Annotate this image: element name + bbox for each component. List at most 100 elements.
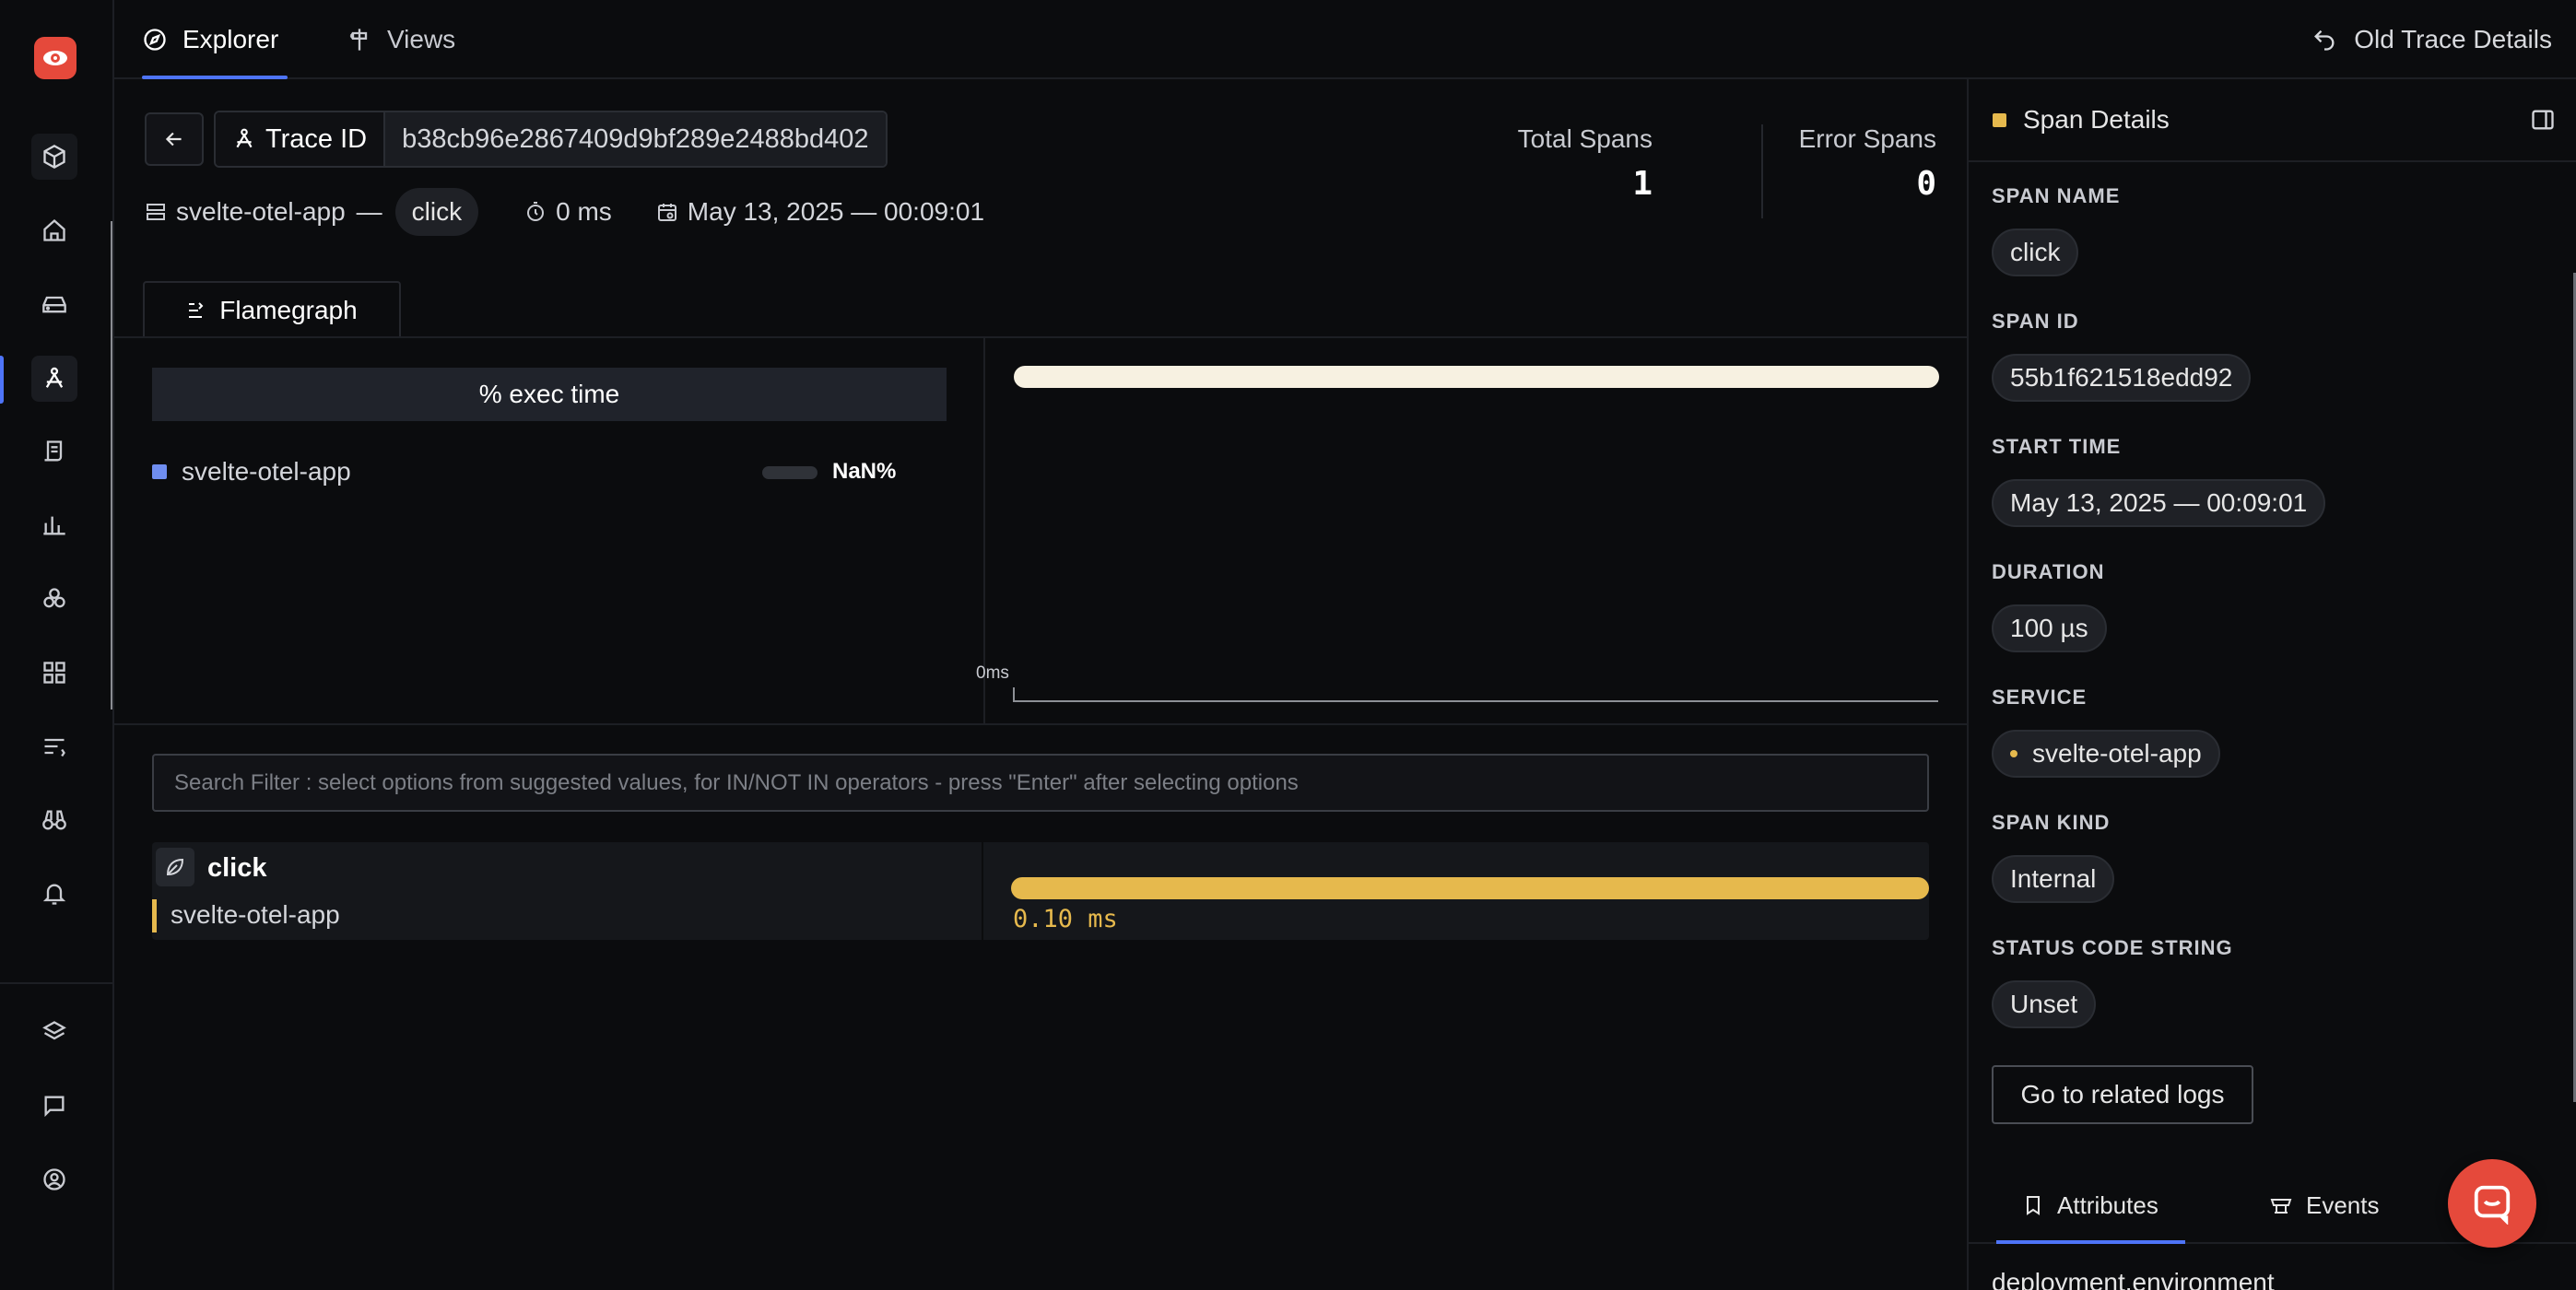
events-icon <box>2269 1194 2293 1216</box>
field-value-span-id: 55b1f621518edd92 <box>1992 354 2252 402</box>
field-value-span-kind: Internal <box>1992 855 2115 903</box>
metrics-icon[interactable] <box>31 502 77 548</box>
support-chat-icon[interactable] <box>31 1083 77 1129</box>
flamegraph-top-border <box>114 336 1967 338</box>
infra-icon[interactable] <box>31 576 77 622</box>
trace-icon <box>232 127 256 151</box>
signoz-logo[interactable] <box>34 37 76 79</box>
old-trace-details-label: Old Trace Details <box>2354 25 2552 53</box>
field-value-span-name: click <box>1992 229 2079 276</box>
flamegraph-bottom-border <box>114 723 1967 725</box>
flamegraph-span-bar[interactable] <box>1014 366 1939 388</box>
sidebar-active-indicator <box>0 356 4 404</box>
timer-icon <box>524 201 547 223</box>
tab-flamegraph[interactable]: Flamegraph <box>143 281 401 338</box>
logs-icon[interactable] <box>31 428 77 475</box>
tab-events[interactable]: Events <box>2269 1167 2380 1244</box>
binoculars-icon[interactable] <box>31 797 77 843</box>
top-nav: Explorer Views Old Trace Details <box>114 0 2576 79</box>
exec-service-name: svelte-otel-app <box>182 457 351 486</box>
span-name: click <box>207 853 267 883</box>
span-duration: 0.10 ms <box>1013 905 1118 933</box>
bookmark-icon <box>2022 1194 2044 1216</box>
field-value-status-code: Unset <box>1992 980 2097 1028</box>
profile-icon[interactable] <box>31 1156 77 1202</box>
sidebar-divider <box>0 982 114 984</box>
search-filter-input[interactable]: Search Filter : select options from sugg… <box>152 754 1929 812</box>
axis-start-label: 0ms <box>976 663 1009 683</box>
exec-percent-bar <box>762 466 817 479</box>
trace-meta-row: svelte-otel-app — click 0 ms May 13, 202… <box>145 187 984 237</box>
trace-duration-value: 0 ms <box>556 197 612 226</box>
span-details-title-row: Span Details <box>1993 105 2170 135</box>
trace-service-name: svelte-otel-app <box>176 197 346 226</box>
sidebar-scrollbar[interactable] <box>111 221 112 710</box>
field-label-span-kind: SPAN KIND <box>1992 811 2111 834</box>
stats-divider <box>1761 124 1763 218</box>
old-trace-details-link[interactable]: Old Trace Details <box>2311 0 2552 79</box>
leaf-icon[interactable] <box>156 848 194 886</box>
back-button[interactable] <box>145 112 204 166</box>
total-spans-label: Total Spans <box>1517 124 1653 153</box>
span-details-header: Span Details <box>1969 79 2576 162</box>
get-started-icon[interactable] <box>31 134 77 180</box>
trace-id-box: Trace ID b38cb96e2867409d9bf289e2488bd40… <box>214 111 888 168</box>
trace-timestamp-value: May 13, 2025 — 00:09:01 <box>687 197 985 226</box>
trace-id-value[interactable]: b38cb96e2867409d9bf289e2488bd402 <box>385 112 886 166</box>
chat-support-button[interactable] <box>2448 1159 2536 1248</box>
trace-id-label-cell: Trace ID <box>216 112 386 166</box>
field-label-span-id: SPAN ID <box>1992 310 2079 333</box>
span-details-panel: Span Details SPAN NAME click SPAN ID 55b… <box>1967 79 2576 1290</box>
trace-timestamp: May 13, 2025 — 00:09:01 <box>656 197 984 227</box>
span-duration-bar[interactable] <box>1011 877 1929 899</box>
trace-id-label: Trace ID <box>265 123 368 154</box>
span-service-color-bar <box>152 899 157 932</box>
field-label-service: SERVICE <box>1992 686 2088 709</box>
service-color-dot <box>152 464 167 479</box>
root-span-pill: click <box>394 188 479 236</box>
total-spans-value: 1 <box>1632 165 1653 203</box>
flamegraph-icon <box>186 299 208 322</box>
sidebar <box>0 0 114 1290</box>
total-spans-stat: Total Spans 1 <box>1518 124 1653 203</box>
field-value-duration: 100 µs <box>1992 604 2107 652</box>
exec-time-header: % exec time <box>152 368 947 421</box>
error-spans-label: Error Spans <box>1798 124 1936 153</box>
flamegraph-tab-label: Flamegraph <box>219 296 358 324</box>
calendar-clock-icon <box>656 201 678 223</box>
meta-separator: — <box>356 197 382 226</box>
trace-service: svelte-otel-app <box>145 197 346 227</box>
tab-events-label: Events <box>2306 1190 2380 1219</box>
messaging-queues-icon[interactable] <box>31 723 77 769</box>
field-label-status-code: STATUS CODE STRING <box>1992 936 2233 959</box>
span-service: svelte-otel-app <box>171 900 340 929</box>
field-value-service-text: svelte-otel-app <box>2032 739 2202 768</box>
tab-explorer[interactable]: Explorer <box>142 0 278 79</box>
services-icon[interactable] <box>31 281 77 327</box>
go-to-related-logs-button[interactable]: Go to related logs <box>1992 1065 2253 1124</box>
trace-duration: 0 ms <box>524 197 612 227</box>
integrations-icon[interactable] <box>31 1009 77 1055</box>
traces-icon[interactable] <box>31 356 77 402</box>
panel-toggle-icon[interactable] <box>2530 107 2556 133</box>
error-spans-value: 0 <box>1916 165 1936 203</box>
span-row-left: click svelte-otel-app <box>152 842 982 940</box>
attributes-tab-underline <box>1996 1240 2185 1244</box>
tab-attributes-label: Attributes <box>2057 1190 2158 1219</box>
span-details-title: Span Details <box>2023 105 2170 134</box>
error-spans-stat: Error Spans 0 <box>1799 124 1936 203</box>
dashboards-icon[interactable] <box>31 650 77 696</box>
home-icon[interactable] <box>31 207 77 253</box>
span-row[interactable]: click svelte-otel-app 0.10 ms <box>152 842 1929 940</box>
tab-attributes[interactable]: Attributes <box>2022 1167 2158 1244</box>
alerts-icon[interactable] <box>31 871 77 917</box>
active-tab-underline <box>142 76 288 79</box>
signpost-icon <box>347 27 372 53</box>
span-color-square <box>1993 112 2006 127</box>
field-label-span-name: SPAN NAME <box>1992 184 2121 207</box>
exec-percent-value: NaN% <box>832 459 897 484</box>
exec-service-row: svelte-otel-app NaN% <box>152 452 947 492</box>
tab-views[interactable]: Views <box>347 0 455 79</box>
span-row-split <box>982 842 983 940</box>
field-value-start-time: May 13, 2025 — 00:09:01 <box>1992 479 2326 527</box>
